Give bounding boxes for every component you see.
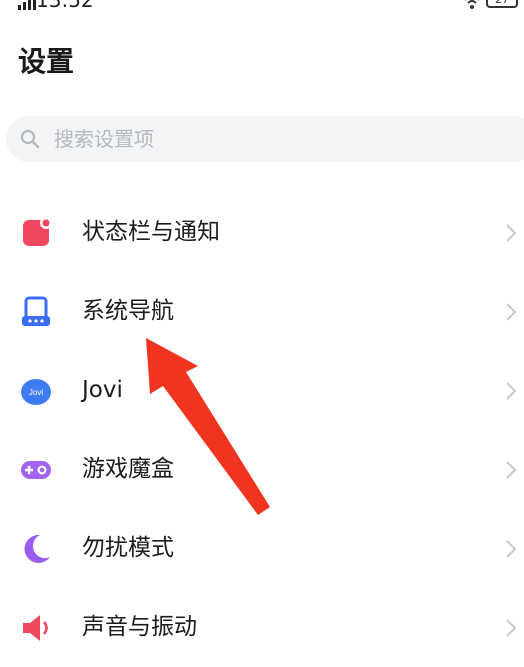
status-bar: 13:52 27 [0,0,524,14]
game-box-icon [21,461,51,479]
jovi-icon: Jovi [21,379,51,405]
settings-item-do-not-disturb[interactable]: 勿扰模式 [0,509,524,588]
battery-icon: 27 [486,0,518,8]
chevron-right-icon [506,461,517,479]
search-placeholder: 搜索设置项 [54,127,154,151]
chevron-right-icon [506,224,517,242]
settings-item-status-bar[interactable]: 状态栏与通知 [0,193,524,272]
search-input[interactable]: 搜索设置项 [6,116,524,162]
settings-item-label: 勿扰模式 [82,535,174,561]
settings-item-label: Jovi [82,377,123,403]
status-time: 13:52 [36,0,94,12]
search-icon [20,129,40,149]
settings-item-label: 声音与振动 [82,614,197,640]
chevron-right-icon [506,303,517,321]
page-title: 设置 [18,45,75,78]
moon-icon [24,534,50,563]
notification-icon [23,217,52,246]
sound-icon [23,615,48,641]
settings-item-label: 游戏魔盒 [82,456,174,482]
settings-item-label: 系统导航 [82,298,174,324]
signal-icon [18,0,36,10]
settings-list: 状态栏与通知 系统导航 Jovi Jovi 游戏魔盒 勿扰模式 声音与振动 [0,193,524,667]
svg-text:Jovi: Jovi [29,388,43,397]
navigation-icon [22,296,50,326]
chevron-right-icon [506,619,517,637]
settings-item-jovi[interactable]: Jovi Jovi [0,351,524,430]
settings-item-sound-vibration[interactable]: 声音与振动 [0,588,524,667]
wifi-icon [465,0,479,9]
chevron-right-icon [506,540,517,558]
chevron-right-icon [506,382,517,400]
settings-item-label: 状态栏与通知 [82,219,220,245]
settings-item-game-box[interactable]: 游戏魔盒 [0,430,524,509]
settings-item-system-navigation[interactable]: 系统导航 [0,272,524,351]
